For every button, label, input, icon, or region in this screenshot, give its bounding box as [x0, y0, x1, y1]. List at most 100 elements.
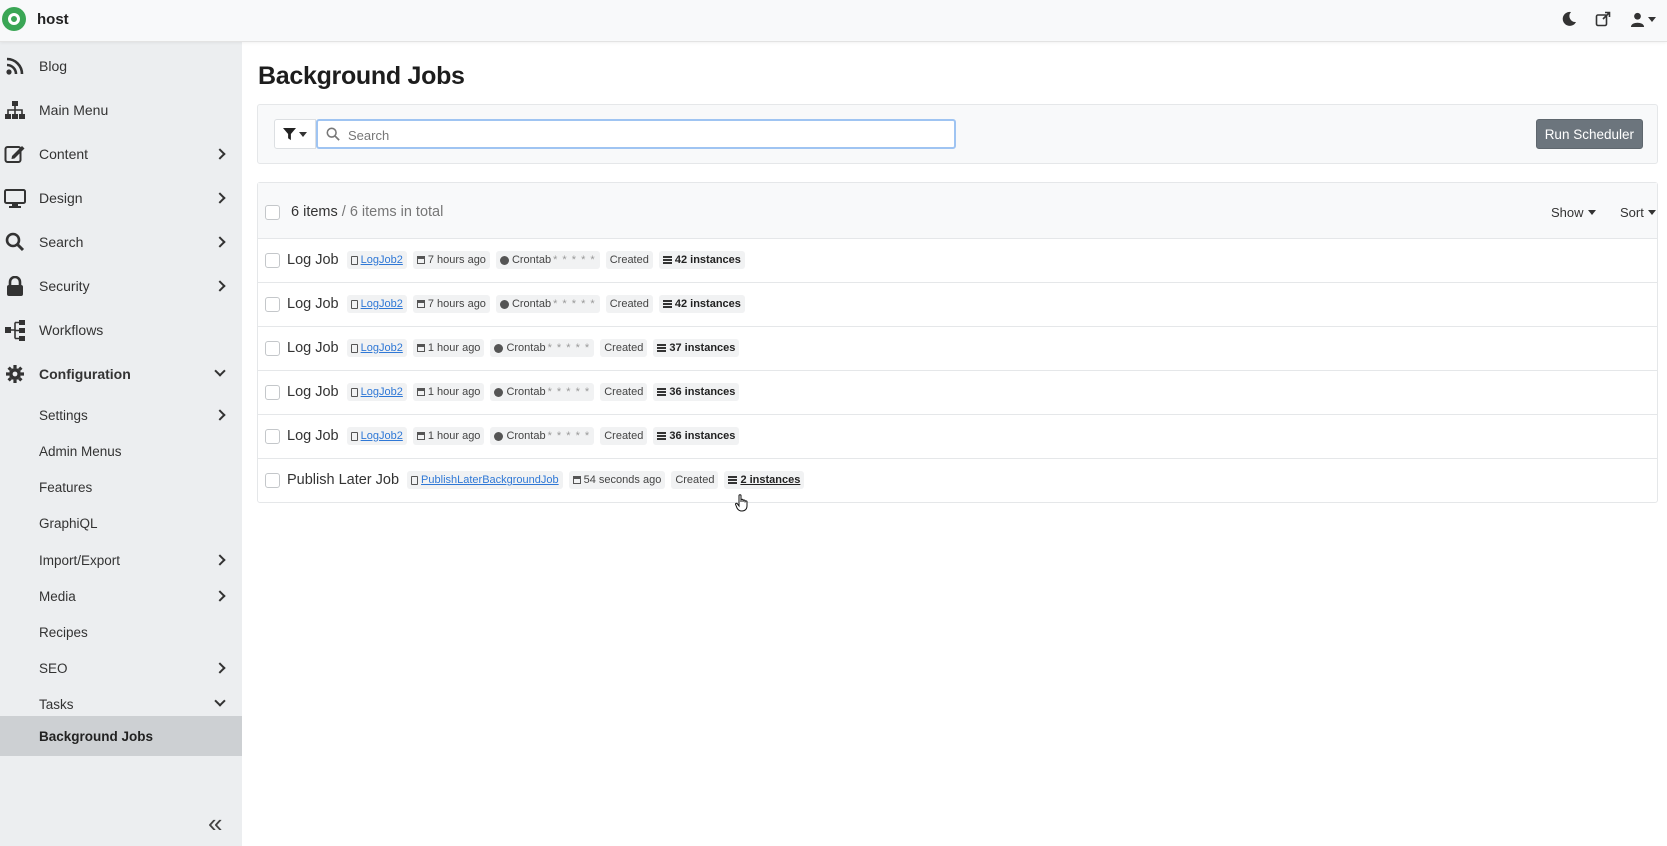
chevron-right-icon	[214, 192, 226, 204]
workflow-icon	[3, 318, 27, 342]
chevron-right-icon	[214, 590, 226, 602]
collapse-sidebar-icon[interactable]: «	[208, 810, 230, 836]
job-title[interactable]: Log Job	[287, 428, 339, 444]
job-type-link[interactable]: LogJob2	[346, 427, 407, 445]
user-menu-icon[interactable]	[1627, 9, 1659, 29]
sidebar-item-label: SEO	[39, 660, 68, 676]
clock-icon	[494, 431, 504, 441]
job-title[interactable]: Log Job	[287, 296, 339, 312]
row-checkbox[interactable]	[265, 429, 280, 444]
sidebar-item-workflows[interactable]: Workflows	[0, 308, 242, 352]
file-icon	[350, 299, 358, 309]
site-logo-icon	[2, 7, 26, 31]
job-instances-link[interactable]: 42 instances	[658, 295, 745, 313]
job-schedule-tag: Crontab * * * * *	[490, 427, 595, 445]
job-type-link[interactable]: LogJob2	[346, 383, 407, 401]
job-instances-link[interactable]: 36 instances	[653, 383, 740, 401]
table-row: Log Job LogJob2 1 hour ago Crontab * * * …	[258, 327, 1657, 371]
dark-mode-moon-icon[interactable]	[1559, 9, 1579, 29]
job-title[interactable]: Publish Later Job	[287, 472, 399, 488]
chevron-down-icon	[214, 365, 226, 377]
job-time: 7 hours ago	[427, 298, 486, 310]
sort-dropdown[interactable]: Sort	[1620, 205, 1656, 220]
sidebar-item-design[interactable]: Design	[0, 176, 242, 220]
job-instances-link[interactable]: 42 instances	[658, 251, 745, 269]
sidebar-item-configuration[interactable]: Configuration	[0, 352, 242, 396]
filter-caret-icon	[299, 131, 307, 137]
select-all-checkbox[interactable]	[265, 205, 280, 220]
calendar-icon	[416, 388, 425, 396]
job-title[interactable]: Log Job	[287, 252, 339, 268]
desktop-icon	[3, 186, 27, 210]
job-title[interactable]: Log Job	[287, 340, 339, 356]
table-row: Publish Later Job PublishLaterBackground…	[258, 459, 1657, 503]
sidebar-item-main-menu[interactable]: Main Menu	[0, 88, 242, 132]
job-status-badge: Created	[671, 471, 719, 489]
show-dropdown[interactable]: Show	[1551, 205, 1596, 220]
file-icon	[350, 431, 358, 441]
sidebar-item-background-jobs[interactable]: Background Jobs	[0, 716, 242, 756]
chevron-right-icon	[214, 280, 226, 292]
crontab-expression: * * * * *	[547, 386, 591, 398]
sidebar-item-label: Design	[39, 190, 83, 206]
job-instances: 36 instances	[669, 430, 736, 442]
row-checkbox[interactable]	[265, 473, 280, 488]
row-checkbox[interactable]	[265, 341, 280, 356]
job-instances-link[interactable]: 37 instances	[653, 339, 740, 357]
show-label: Show	[1551, 205, 1584, 220]
row-checkbox[interactable]	[265, 297, 280, 312]
row-checkbox[interactable]	[265, 253, 280, 268]
sitemap-icon	[3, 98, 27, 122]
job-type-link[interactable]: LogJob2	[346, 339, 407, 357]
sidebar-item-label: Tasks	[39, 696, 74, 712]
sidebar-item-label: Features	[39, 479, 93, 495]
lock-icon	[3, 274, 27, 298]
sidebar-item-blog[interactable]: Blog	[0, 44, 242, 88]
edit-icon	[3, 142, 27, 166]
job-title[interactable]: Log Job	[287, 384, 339, 400]
job-schedule-tag: Crontab * * * * *	[490, 339, 595, 357]
file-icon	[350, 255, 358, 265]
job-time-tag: 7 hours ago	[412, 251, 490, 269]
chevron-down-icon	[214, 695, 226, 707]
row-checkbox[interactable]	[265, 385, 280, 400]
sidebar-item-content[interactable]: Content	[0, 132, 242, 176]
job-instances-link[interactable]: 2 instances	[724, 471, 805, 489]
job-instances: 42 instances	[674, 254, 741, 266]
job-type-link[interactable]: LogJob2	[346, 251, 407, 269]
calendar-icon	[572, 476, 581, 484]
items-count: 6 items / 6 items in total	[291, 204, 443, 220]
filter-dropdown-button[interactable]	[274, 119, 316, 149]
sidebar-item-security[interactable]: Security	[0, 264, 242, 308]
crontab-expression: * * * * *	[553, 254, 596, 266]
search-input[interactable]	[348, 125, 938, 145]
chevron-right-icon	[214, 554, 226, 566]
job-type: PublishLaterBackgroundJob	[421, 474, 559, 486]
job-type-link[interactable]: LogJob2	[346, 295, 407, 313]
job-instances-link[interactable]: 36 instances	[653, 427, 740, 445]
table-row: Log Job LogJob2 7 hours ago Crontab * * *…	[258, 239, 1657, 283]
table-row: Log Job LogJob2 1 hour ago Crontab * * * …	[258, 371, 1657, 415]
job-type: LogJob2	[360, 386, 403, 398]
crontab-expression: * * * * *	[553, 298, 596, 310]
sidebar-item-search[interactable]: Search	[0, 220, 242, 264]
chevron-right-icon	[214, 409, 226, 421]
external-link-icon[interactable]	[1593, 9, 1613, 29]
clock-icon	[499, 299, 509, 309]
main-content: Background Jobs Run Scheduler 6 items / …	[242, 42, 1667, 846]
brand[interactable]: host	[2, 7, 69, 31]
run-scheduler-button[interactable]: Run Scheduler	[1535, 119, 1643, 149]
sidebar-item-label: Content	[39, 146, 89, 162]
show-caret-icon	[1587, 210, 1596, 215]
file-icon	[411, 475, 419, 485]
list-header: 6 items / 6 items in total Show Sort	[258, 183, 1657, 239]
sidebar-item-label: Import/Export	[39, 552, 121, 568]
sidebar-item-label: Configuration	[39, 366, 131, 382]
job-type-link[interactable]: PublishLaterBackgroundJob	[407, 471, 563, 489]
top-navbar: host	[0, 0, 1667, 42]
job-time: 1 hour ago	[427, 386, 481, 398]
calendar-icon	[416, 432, 425, 440]
job-status-badge: Created	[605, 295, 653, 313]
job-instances: 2 instances	[740, 474, 801, 486]
job-status-badge: Created	[605, 251, 653, 269]
